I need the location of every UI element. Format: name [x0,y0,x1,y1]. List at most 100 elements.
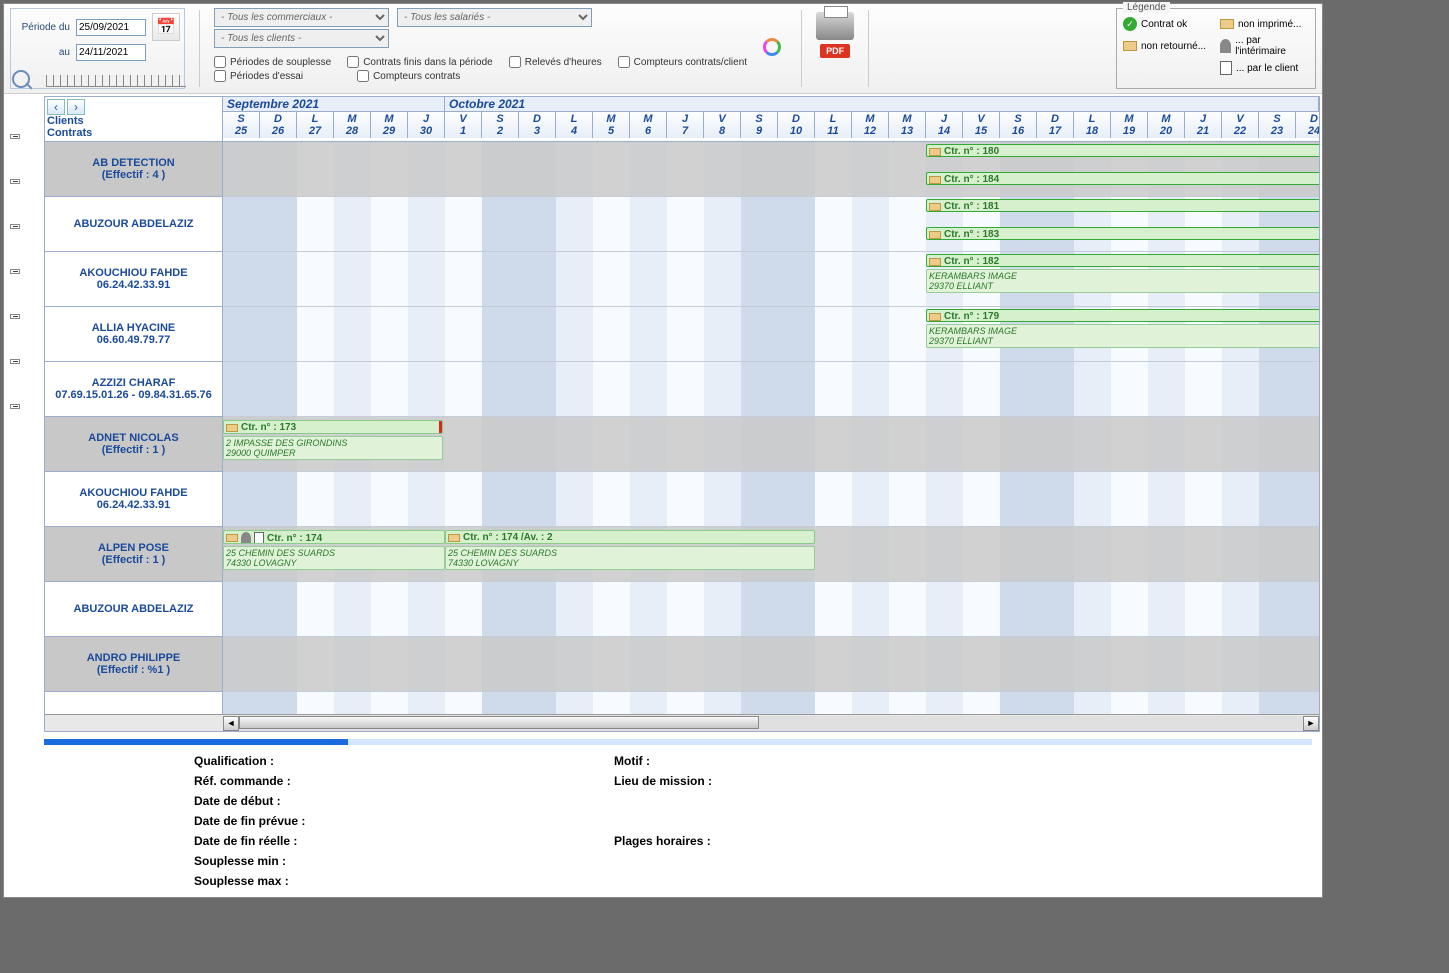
gantt-hscrollbar[interactable]: ◄ ► [45,714,1319,731]
print-group: PDF [816,8,854,89]
person-row[interactable]: ABUZOUR ABDELAZIZ [45,197,222,252]
print-icon [929,148,941,156]
person-row[interactable]: AKOUCHIOU FAHDE06.24.42.33.91 [45,252,222,307]
doc-icon [254,532,264,544]
contract-bar-183[interactable]: Ctr. n° : 183 [926,227,1319,240]
contract-bar-179-detail[interactable]: KERAMBARS IMAGE29370 ELLIANT [926,324,1319,348]
day-column: M6 [630,112,667,138]
nav-next-button[interactable]: › [67,99,85,115]
expander[interactable] [10,359,20,364]
person-row[interactable]: ABUZOUR ABDELAZIZ [45,582,222,637]
day-column: J21 [1185,112,1222,138]
scroll-left-button[interactable]: ◄ [223,716,239,731]
timeline-row [223,582,1319,637]
pdf-button[interactable]: PDF [820,44,850,58]
expander[interactable] [10,269,20,274]
nav-prev-button[interactable]: ‹ [47,99,65,115]
legend-ok: ✓Contrat ok [1123,17,1212,31]
check-compteurs-client[interactable]: Compteurs contrats/client [618,56,747,68]
calendar-icon[interactable]: 📅 [152,13,180,41]
contract-bar-173-detail[interactable]: 2 IMPASSE DES GIRONDINS29000 QUIMPER [223,436,443,460]
client-header-row: AB DETECTION(Effectif : 4 ) [45,142,222,197]
progress-bar [44,739,1312,745]
ref-commande-label: Réf. commande : [194,774,614,788]
day-column: S2 [482,112,519,138]
toolbar: Période du 📅 au - Tous les commerciaux -… [4,4,1322,94]
contract-bar-174-detail[interactable]: 25 CHEMIN DES SUARDS74330 LOVAGNY [223,546,445,570]
legend-title: Légende [1123,2,1170,13]
contract-bar-174av[interactable]: Ctr. n° : 174 /Av. : 2 [445,530,815,544]
clients-column: AB DETECTION(Effectif : 4 )ABUZOUR ABDEL… [45,142,223,714]
expander[interactable] [10,179,20,184]
person-row[interactable]: AZZIZI CHARAF07.69.15.01.26 - 09.84.31.6… [45,362,222,417]
scroll-right-button[interactable]: ► [1303,716,1319,731]
period-to-label: au [15,47,70,58]
check-finis[interactable]: Contrats finis dans la période [347,56,493,68]
client-header-row: ANDRO PHILIPPE(Effectif : %1 ) [45,637,222,692]
legend-non-retourne: non retourné... [1123,35,1212,57]
person-row[interactable]: ALLIA HYACINE06.60.49.79.77 [45,307,222,362]
scroll-thumb[interactable] [239,716,759,729]
qualification-label: Qualification : [194,754,614,768]
client-header-row: ALPEN POSE(Effectif : 1 ) [45,527,222,582]
check-souplesse[interactable]: Périodes de souplesse [214,56,331,68]
contract-bar-173[interactable]: Ctr. n° : 173 [223,420,443,434]
contract-bar-179[interactable]: Ctr. n° : 179 [926,309,1319,322]
date-from-input[interactable] [76,19,146,36]
person-icon [241,532,251,544]
day-column: D24 [1296,112,1319,138]
date-to-input[interactable] [76,44,146,61]
contract-bar-182-detail[interactable]: KERAMBARS IMAGE29370 ELLIANT [926,269,1319,293]
day-column: V15 [963,112,1000,138]
check-releves[interactable]: Relevés d'heures [509,56,602,68]
legend-par-interimaire: ... par l'intérimaire [1220,35,1309,57]
scroll-track[interactable] [239,716,1303,731]
timeline-row [223,637,1319,692]
magnifier-icon[interactable] [10,68,36,94]
souplesse-max-label: Souplesse max : [194,874,614,888]
timeline-body[interactable]: Ctr. n° : 180 Ctr. n° : 184 Ctr. n° : 18… [223,142,1319,714]
check-essai[interactable]: Périodes d'essai [214,70,303,82]
gantt-header: ‹ › Clients Contrats Septembre 2021 Octo… [45,97,1319,142]
progress-fill [44,739,348,745]
zoom-ruler-row [4,68,186,94]
expander[interactable] [10,224,20,229]
day-column: M28 [334,112,371,138]
row-expanders [10,134,20,409]
person-row[interactable]: AKOUCHIOU FAHDE06.24.42.33.91 [45,472,222,527]
refresh-icon[interactable] [763,38,781,56]
day-column: M20 [1148,112,1185,138]
check-compteurs[interactable]: Compteurs contrats [357,70,460,82]
contract-bar-174av-detail[interactable]: 25 CHEMIN DES SUARDS74330 LOVAGNY [445,546,815,570]
printer-icon[interactable] [816,12,854,40]
contract-bar-182[interactable]: Ctr. n° : 182 [926,254,1319,267]
month-oct: Octobre 2021 [445,97,1319,112]
salaries-dropdown[interactable]: - Tous les salariés - [397,8,592,27]
print-icon [929,231,941,239]
client-header-row: ADNET NICOLAS(Effectif : 1 ) [45,417,222,472]
day-column: S25 [223,112,260,138]
gantt-area: ‹ › Clients Contrats Septembre 2021 Octo… [44,96,1320,732]
contract-bar-180[interactable]: Ctr. n° : 180 [926,144,1319,157]
separator [868,10,869,87]
plages-label: Plages horaires : [614,834,1282,848]
day-column: L27 [297,112,334,138]
day-column: V1 [445,112,482,138]
expander[interactable] [10,404,20,409]
zoom-ruler[interactable] [46,75,186,87]
contract-bar-181[interactable]: Ctr. n° : 181 [926,199,1319,212]
lieu-mission-label: Lieu de mission : [614,774,1282,788]
clients-dropdown[interactable]: - Tous les clients - [214,29,389,48]
contract-bar-174[interactable]: Ctr. n° : 174 [223,530,445,544]
day-column: V8 [704,112,741,138]
commercials-dropdown[interactable]: - Tous les commerciaux - [214,8,389,27]
timeline-row [223,362,1319,417]
expander[interactable] [10,314,20,319]
print-icon [226,424,238,432]
print-icon [929,203,941,211]
day-column: M13 [889,112,926,138]
contract-bar-184[interactable]: Ctr. n° : 184 [926,172,1319,185]
details-panel: Qualification : Motif : Réf. commande : … [194,754,1282,888]
day-column: M12 [852,112,889,138]
expander[interactable] [10,134,20,139]
